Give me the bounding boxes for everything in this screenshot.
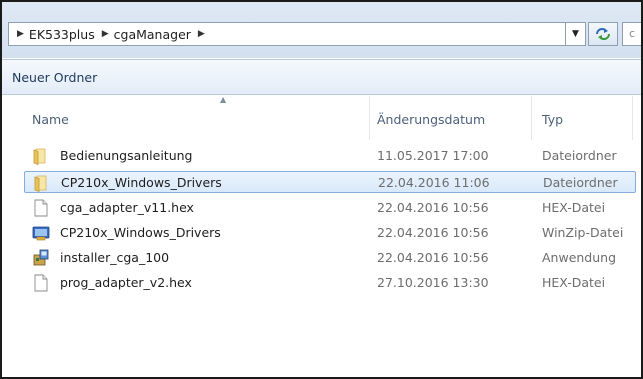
folder-icon	[33, 148, 46, 165]
file-row[interactable]: prog_adapter_v2.hex 27.10.2016 13:30 HEX…	[24, 272, 636, 294]
explorer-window: ▶ EK533plus ▶ cgaManager ▶ ▼ c Neuer Ord…	[0, 0, 643, 379]
breadcrumb-ek533plus[interactable]: EK533plus	[29, 27, 95, 42]
sort-ascending-icon: ▲	[220, 95, 227, 104]
file-modified: 22.04.2016 10:56	[377, 225, 489, 240]
column-name-header[interactable]: Name	[32, 112, 69, 127]
file-name: prog_adapter_v2.hex	[60, 275, 192, 290]
breadcrumb-cgamanager[interactable]: cgaManager	[114, 27, 191, 42]
file-modified: 22.04.2016 10:56	[377, 250, 489, 265]
file-icon	[34, 199, 48, 217]
refresh-icon	[596, 28, 610, 40]
search-input[interactable]: c	[622, 22, 641, 46]
refresh-button[interactable]	[588, 22, 618, 46]
address-bar-area: ▶ EK533plus ▶ cgaManager ▶ ▼ c	[2, 2, 641, 58]
winzip-icon	[32, 226, 50, 241]
file-name: Bedienungsanleitung	[60, 148, 193, 163]
file-row-selected[interactable]: CP210x_Windows_Drivers 22.04.2016 11:06 …	[24, 171, 636, 193]
file-type: Anwendung	[542, 250, 617, 265]
column-divider[interactable]	[369, 96, 370, 140]
file-row[interactable]: CP210x_Windows_Drivers 22.04.2016 10:56 …	[24, 222, 636, 244]
file-icon	[34, 274, 48, 292]
chevron-down-icon: ▼	[572, 29, 579, 39]
file-name: installer_cga_100	[60, 250, 170, 265]
file-type: HEX-Datei	[542, 275, 606, 290]
command-toolbar: Neuer Ordner	[2, 59, 641, 95]
file-type: WinZip-Datei	[542, 225, 624, 240]
file-name: cga_adapter_v11.hex	[60, 200, 194, 215]
column-divider[interactable]	[632, 96, 633, 140]
breadcrumb-root-arrow-icon[interactable]: ▶	[17, 29, 24, 39]
file-type: HEX-Datei	[542, 200, 606, 215]
column-type-header[interactable]: Typ	[542, 112, 563, 127]
address-bar[interactable]: ▶ EK533plus ▶ cgaManager ▶	[8, 22, 566, 46]
breadcrumb-separator-icon[interactable]: ▶	[198, 29, 205, 39]
file-row[interactable]: installer_cga_100 22.04.2016 10:56 Anwen…	[24, 247, 636, 269]
address-history-dropdown[interactable]: ▼	[566, 22, 586, 46]
file-type: Dateiordner	[543, 175, 618, 190]
new-folder-button[interactable]: Neuer Ordner	[12, 70, 97, 85]
file-name: CP210x_Windows_Drivers	[60, 225, 221, 240]
installer-icon	[33, 249, 49, 266]
column-header: ▲ Name Änderungsdatum Typ	[2, 95, 641, 140]
file-name: CP210x_Windows_Drivers	[61, 175, 222, 190]
folder-icon	[34, 175, 47, 192]
file-row[interactable]: cga_adapter_v11.hex 22.04.2016 10:56 HEX…	[24, 197, 636, 219]
file-type: Dateiordner	[542, 148, 617, 163]
column-divider[interactable]	[531, 96, 532, 140]
file-row[interactable]: Bedienungsanleitung 11.05.2017 17:00 Dat…	[24, 145, 636, 167]
column-modified-header[interactable]: Änderungsdatum	[377, 112, 485, 127]
file-modified: 11.05.2017 17:00	[377, 148, 489, 163]
file-modified: 22.04.2016 11:06	[378, 175, 490, 190]
file-modified: 27.10.2016 13:30	[377, 275, 489, 290]
file-modified: 22.04.2016 10:56	[377, 200, 489, 215]
breadcrumb-separator-icon[interactable]: ▶	[102, 29, 109, 39]
